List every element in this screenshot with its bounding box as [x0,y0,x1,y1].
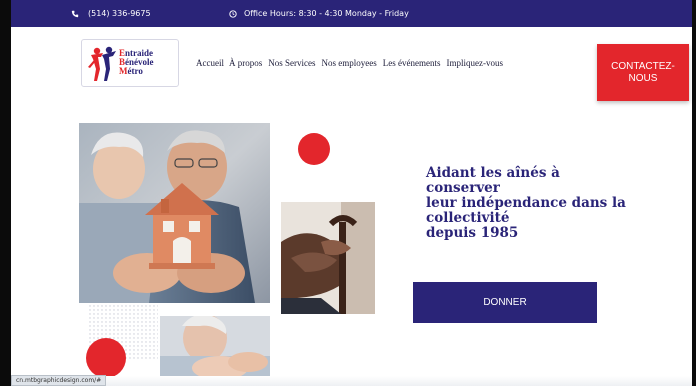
decorative-red-circle-top [298,133,330,165]
main-nav: Accueil À propos Nos Services Nos employ… [196,58,509,68]
phone-icon [71,10,79,17]
top-info-bar: (514) 336-9675 Office Hours: 8:30 - 4:30… [11,0,692,27]
hero-photo-hands-with-cane [281,202,375,314]
nav-item-a-propos[interactable]: À propos [229,58,262,68]
decorative-red-circle-bottom [86,338,126,378]
window-frame-right [692,0,696,386]
logo-line-3: Métro [119,66,143,76]
phone-contact[interactable]: (514) 336-9675 [71,9,151,18]
hero-title-line-1: Aidant les aînés à [426,165,560,181]
office-hours-text: Office Hours: 8:30 - 4:30 Monday - Frida… [244,9,409,18]
contact-button-line-2: NOUS [628,72,658,84]
hero-title-line-2: conserver [426,180,500,196]
helping-people-logo-icon [88,46,116,81]
donate-button[interactable]: DONNER [413,282,597,323]
hero-title-line-5: depuis 1985 [426,225,519,241]
phone-number: (514) 336-9675 [88,9,151,18]
nav-item-impliquez-vous[interactable]: Impliquez-vous [446,58,503,68]
window-frame-left [0,0,11,386]
contact-button-line-1: CONTACTEZ- [611,60,675,72]
site-logo[interactable]: Entraide Bénévole Métro [81,39,179,87]
hero-title-line-4: collectivité [426,210,510,226]
browser-status-url: cn.mtbgraphicdesign.com/# [11,375,107,386]
nav-item-les-evenements[interactable]: Les événements [383,58,441,68]
hero-title: Aidant les aînés à conserver leur indépe… [426,166,686,241]
clock-icon [229,9,237,18]
nav-item-accueil[interactable]: Accueil [196,58,224,68]
office-hours: Office Hours: 8:30 - 4:30 Monday - Frida… [229,9,409,18]
nav-item-nos-services[interactable]: Nos Services [268,58,315,68]
nav-item-nos-employees[interactable]: Nos employees [321,58,376,68]
hero-title-line-3: leur indépendance dans la [426,195,626,211]
page-bottom-edge [11,376,692,386]
hero-photo-couple-with-house [79,123,270,303]
logo-wordmark: Entraide Bénévole Métro [119,49,154,76]
contact-button[interactable]: CONTACTEZ- NOUS [597,44,689,101]
site-header: Entraide Bénévole Métro Accueil À propos… [11,27,692,105]
